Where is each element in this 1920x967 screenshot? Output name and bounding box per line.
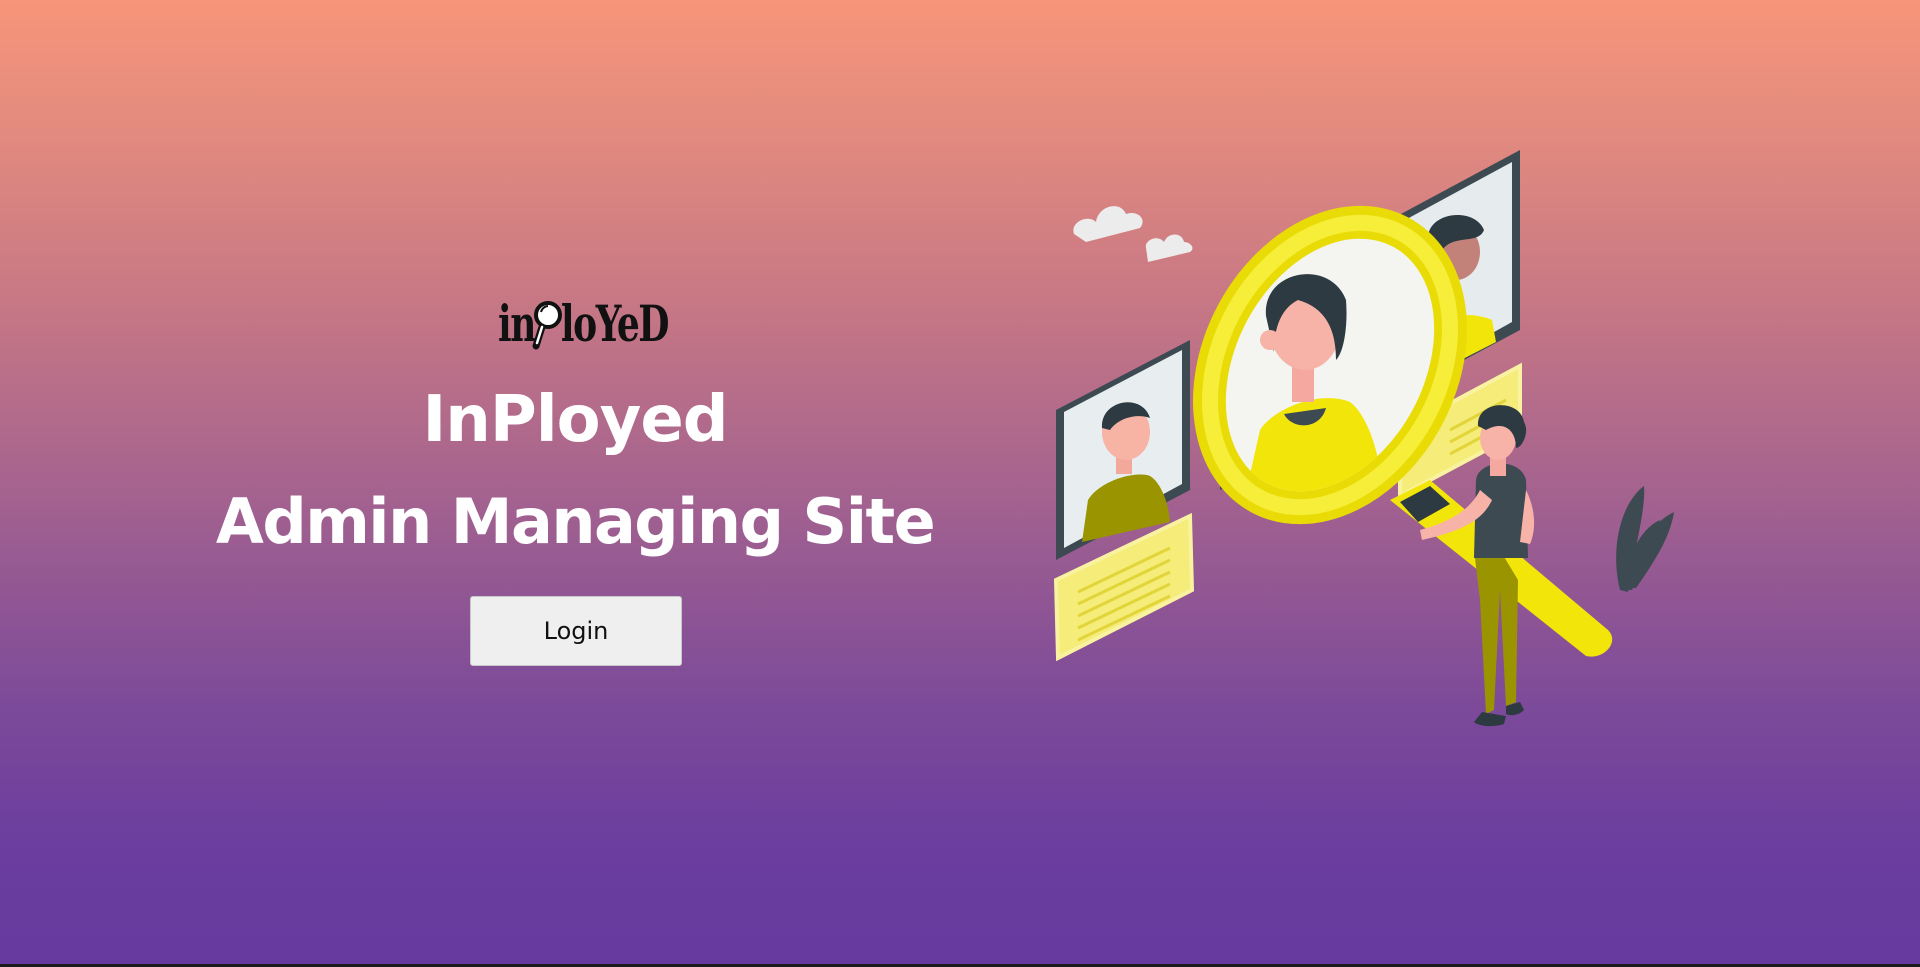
page-subtitle: Admin Managing Site (215, 485, 936, 558)
candidate-search-illustration (1053, 150, 1674, 727)
plant-icon (1616, 486, 1674, 592)
magnifying-glass-illustration (1193, 205, 1613, 657)
magnifying-glass-icon (532, 301, 562, 350)
logo-text-suffix: loYeD (560, 294, 670, 353)
page-title: InPloyed (422, 383, 728, 457)
logo-text-prefix: in (498, 294, 536, 353)
inployed-logo: in loYeD (498, 294, 670, 354)
login-button[interactable]: Login (470, 596, 682, 666)
cloud-icon (1073, 206, 1193, 262)
hero-panel: in loYeD InPloyed Admin Managing Site Lo… (0, 0, 1150, 967)
